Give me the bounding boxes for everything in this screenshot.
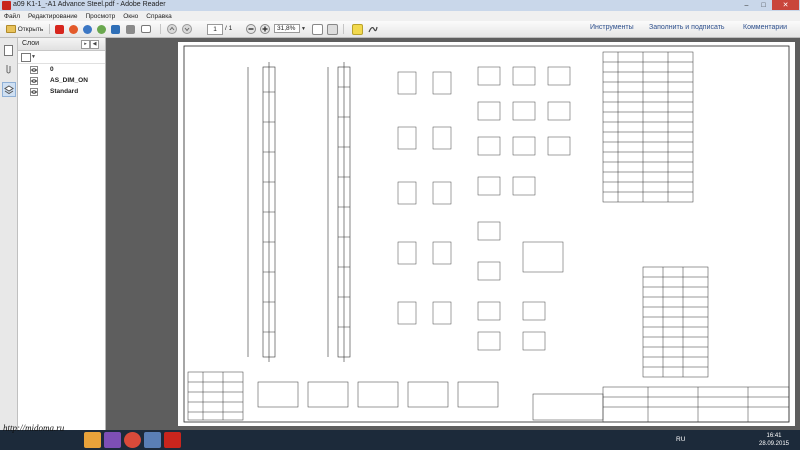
layers-panel: Слои ◀ ▸ ▼ 0 AS_DIM_ON Standard [18,38,106,430]
layer-options-icon[interactable] [21,53,31,62]
layers-panel-header: Слои ◀ ▸ [18,38,105,51]
open-button[interactable]: Открыть [2,24,47,34]
maximize-button[interactable]: □ [755,0,772,10]
export-button[interactable] [83,24,92,34]
edit-pdf-icon [69,24,78,34]
window-title: a09 K1-1_-A1 Advance Steel.pdf - Adobe R… [13,1,166,8]
open-label: Открыть [17,25,44,33]
specification-table [602,51,709,378]
document-canvas[interactable] [106,38,800,430]
close-button[interactable]: ✕ [772,0,799,10]
prev-page-icon [167,24,177,34]
toolbar: Открыть 1 / 1 31,8% ▼ Инструменты Заполн… [0,21,800,38]
comment-button[interactable] [352,23,363,35]
next-page-button[interactable] [182,24,192,34]
create-pdf-button[interactable] [55,24,64,34]
cloud-icon [97,24,106,34]
steel-drawing [183,45,790,423]
create-pdf-icon [55,24,64,34]
adobe-reader-taskbar-icon[interactable] [164,432,181,448]
cloud-button[interactable] [97,24,106,34]
clock-time: 16:41 [766,433,782,439]
layer-name: Standard [50,88,79,95]
layer-name: AS_DIM_ON [50,77,88,84]
toolbar-separator [160,24,161,34]
attachments-button[interactable] [2,62,14,75]
menu-view[interactable]: Просмотр [82,13,120,20]
edit-pdf-button[interactable] [69,24,78,34]
save-button[interactable] [111,24,120,34]
comment-icon [352,23,363,35]
zoom-input[interactable]: 31,8% [274,24,300,33]
panel-collapse-button[interactable]: ◀ [90,40,99,49]
email-button[interactable] [141,24,151,34]
layer-item[interactable]: 0 [18,64,105,75]
menu-edit[interactable]: Редактирование [24,13,82,20]
menu-help[interactable]: Справка [142,13,176,20]
title-block [187,371,790,423]
zoom-out-icon [246,24,256,34]
page-number-input[interactable]: 1 [207,24,223,35]
layer-name: 0 [50,66,54,73]
export-icon [83,24,92,34]
zoom-in-button[interactable] [260,24,270,34]
sign-button[interactable] [368,24,378,34]
column-elevation-2 [327,62,351,362]
window-controls: – □ ✕ [738,0,799,11]
section-details [397,66,571,351]
browser-taskbar-icon[interactable] [124,432,141,448]
watermark-text: http://midoma.ru [3,423,65,433]
read-mode-icon [327,23,338,35]
menu-file[interactable]: Файл [0,13,24,20]
toolbar-separator [49,24,50,34]
paperclip-icon [6,65,10,74]
pages-icon [3,45,13,56]
read-mode-button[interactable] [327,23,338,35]
zoom-dropdown-icon[interactable]: ▼ [300,24,307,33]
adobe-reader-icon [2,1,11,10]
layers-icon [4,84,14,94]
folder-icon [5,25,16,33]
zoom-in-icon [260,24,270,34]
tab-fill-sign[interactable]: Заполнить и подписать [649,24,725,31]
clock-date: 28.09.2015 [758,441,790,447]
pages-button[interactable] [2,44,14,57]
save-icon [111,24,120,34]
layers-panel-title: Слои [22,40,40,47]
layer-item[interactable]: AS_DIM_ON [18,75,105,86]
prev-page-button[interactable] [167,24,177,34]
next-page-icon [182,24,192,34]
panel-options-button[interactable]: ▸ [81,40,90,49]
drawing-sheet[interactable] [178,42,795,426]
eye-icon[interactable] [30,76,38,85]
fit-page-button[interactable] [312,23,323,35]
toolbar-separator [343,24,344,34]
eye-icon[interactable] [30,65,38,74]
navigation-rail [0,38,18,430]
layer-item[interactable]: Standard [18,86,105,97]
minimize-button[interactable]: – [738,0,755,10]
layers-toolbar: ▼ [18,51,105,64]
app-taskbar-icon[interactable] [144,432,161,448]
sign-icon [368,26,378,33]
explorer-taskbar-icon[interactable] [84,432,101,448]
language-indicator[interactable]: RU [676,436,685,443]
tab-tools[interactable]: Инструменты [590,24,634,31]
chevron-down-icon[interactable]: ▼ [31,54,36,60]
layers-button[interactable] [2,82,16,97]
menu-window[interactable]: Окно [119,13,142,20]
eye-icon[interactable] [30,87,38,96]
page-count: / 1 [225,25,233,32]
column-elevation-1 [247,62,276,362]
fit-page-icon [312,23,323,35]
print-button[interactable] [126,24,135,34]
clock[interactable]: 16:41 28.09.2015 [752,432,796,448]
email-icon [141,25,151,33]
tab-comments[interactable]: Комментарии [743,24,787,31]
print-icon [126,24,135,34]
app-taskbar-icon[interactable] [104,432,121,448]
zoom-out-button[interactable] [246,24,256,34]
